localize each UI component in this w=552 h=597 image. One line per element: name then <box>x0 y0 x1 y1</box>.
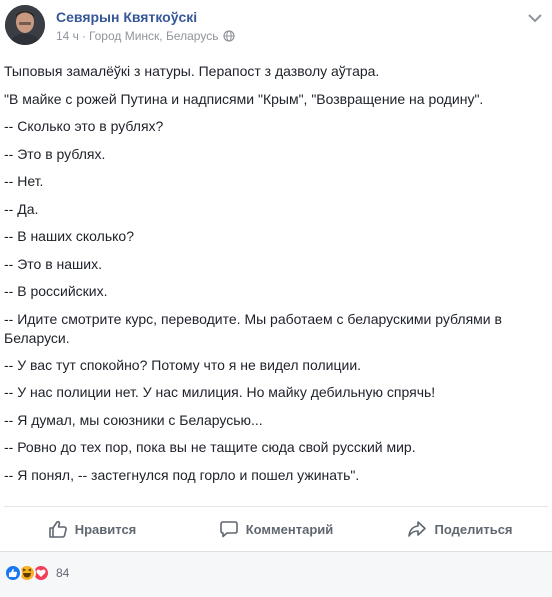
meta-separator: · <box>81 29 86 43</box>
post-time[interactable]: 14 ч <box>56 29 79 43</box>
author-avatar[interactable] <box>5 5 45 45</box>
post-paragraph: -- Я думал, мы союзники с Беларусью... <box>4 411 263 428</box>
like-icon <box>4 564 22 582</box>
post-meta: 14 ч · Город Минск, Беларусь <box>56 29 236 43</box>
post-paragraph: -- Сколько это в рублях? <box>4 118 164 134</box>
reaction-count[interactable]: 84 <box>56 566 69 580</box>
chevron-down-icon[interactable] <box>528 10 542 23</box>
post-paragraph: "В майке с рожей Путина и надписями "Кры… <box>4 90 484 107</box>
like-label: Нравится <box>74 521 137 537</box>
comment-icon <box>219 521 238 538</box>
share-icon <box>408 521 427 537</box>
post-actions: Нравится Комментарий Поделиться <box>0 508 552 550</box>
post-paragraph: -- Это в наших. <box>4 255 102 272</box>
post-paragraph: -- Да. <box>4 200 39 217</box>
post-paragraph: -- Ровно до тех пор, пока вы не тащите с… <box>4 439 416 455</box>
post-paragraph: -- Это в рублях. <box>4 145 106 162</box>
post-text: Тыповыя замалёўкі з натуры. Перапост з д… <box>4 62 544 493</box>
post-paragraph: -- У нас полиции нет. У нас милиция. Но … <box>4 384 436 400</box>
comment-button[interactable]: Комментарий <box>184 508 368 550</box>
post-location[interactable]: Город Минск, Беларусь <box>89 29 219 43</box>
post-paragraph: -- В наших сколько? <box>4 228 134 244</box>
share-button[interactable]: Поделиться <box>368 508 552 550</box>
share-label: Поделиться <box>434 521 513 537</box>
post-paragraph: -- Нет. <box>4 173 44 189</box>
post-paragraph: -- У вас тут спокойно? Потому что я не в… <box>4 356 362 373</box>
post-paragraph: -- Идите смотрите курс, переводите. Мы р… <box>4 310 502 346</box>
post-paragraph: -- В российских. <box>4 283 108 299</box>
reactions-summary[interactable]: 84 <box>4 564 69 582</box>
post-paragraph: -- Я понял, -- застегнулся под горло и п… <box>4 466 360 483</box>
globe-icon[interactable] <box>223 30 236 42</box>
comment-label: Комментарий <box>245 521 334 537</box>
action-divider-top <box>4 506 548 507</box>
author-name[interactable]: Севярын Квяткоўскі <box>56 9 197 25</box>
like-button[interactable]: Нравится <box>0 508 184 550</box>
thumbs-up-icon <box>48 520 67 538</box>
post-paragraph: Тыповыя замалёўкі з натуры. Перапост з д… <box>4 63 380 79</box>
reactions-footer: 84 <box>0 552 552 597</box>
facebook-post: Севярын Квяткоўскі 14 ч · Город Минск, Б… <box>0 0 552 597</box>
